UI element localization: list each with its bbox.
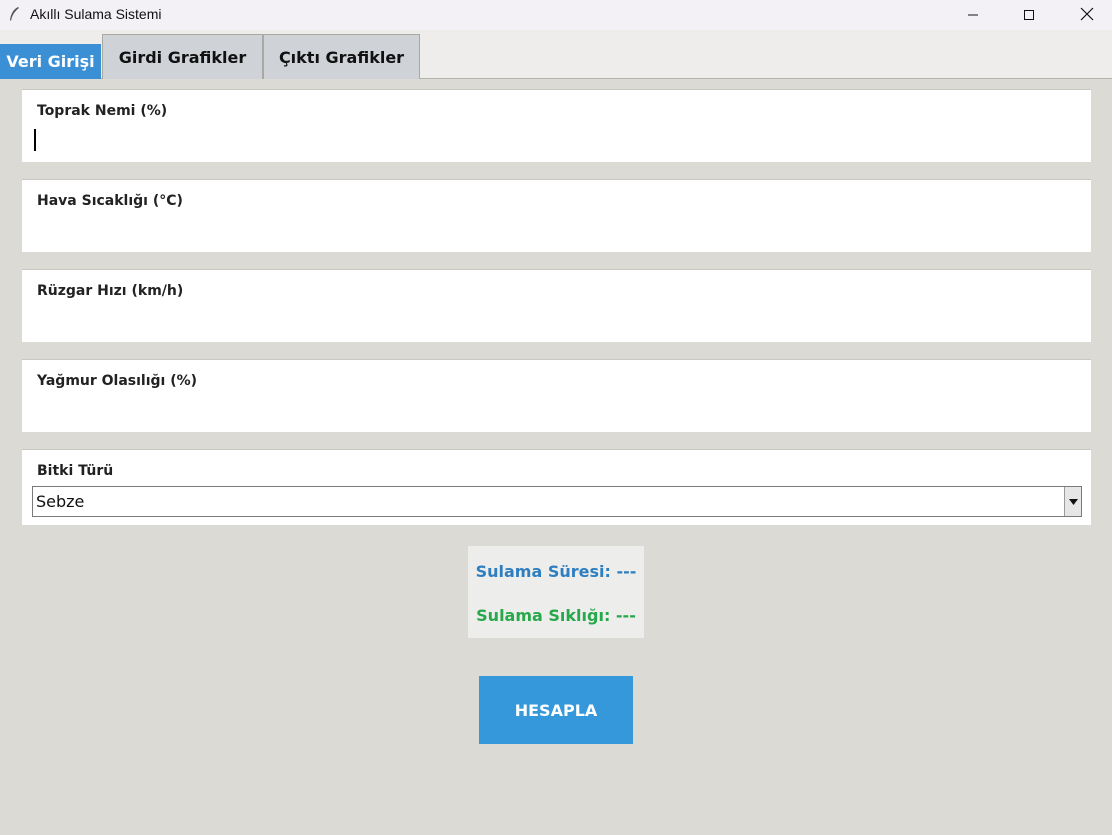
- maximize-button[interactable]: [1006, 0, 1052, 30]
- text-cursor: [34, 129, 36, 151]
- maximize-icon: [1023, 6, 1035, 25]
- title-bar: Akıllı Sulama Sistemi: [0, 0, 1112, 30]
- close-icon: [1080, 6, 1094, 25]
- wind-speed-input[interactable]: [33, 308, 1078, 334]
- tab-veri-girisi[interactable]: Veri Girişi: [0, 44, 101, 79]
- dropdown-arrow-icon[interactable]: [1064, 487, 1081, 516]
- rain-probability-label: Yağmur Olasılığı (%): [37, 373, 198, 389]
- tab-girdi-grafikler[interactable]: Girdi Grafikler: [102, 34, 263, 79]
- air-temperature-card: Hava Sıcaklığı (°C): [22, 179, 1091, 252]
- irrigation-duration-text: Sulama Süresi: ---: [475, 562, 637, 581]
- calculate-button[interactable]: HESAPLA: [479, 676, 633, 744]
- minimize-icon: [967, 6, 979, 25]
- wind-speed-card: Rüzgar Hızı (km/h): [22, 269, 1091, 342]
- minimize-button[interactable]: [950, 0, 996, 30]
- plant-type-card: Bitki Türü Sebze: [22, 449, 1091, 525]
- rain-probability-input[interactable]: [33, 398, 1078, 424]
- wind-speed-label: Rüzgar Hızı (km/h): [37, 283, 184, 299]
- soil-moisture-input[interactable]: [33, 128, 1078, 154]
- plant-type-label: Bitki Türü: [37, 463, 114, 479]
- window-title: Akıllı Sulama Sistemi: [30, 6, 162, 22]
- plant-type-select[interactable]: Sebze: [32, 486, 1082, 517]
- soil-moisture-card: Toprak Nemi (%): [22, 89, 1091, 162]
- air-temperature-label: Hava Sıcaklığı (°C): [37, 193, 183, 209]
- close-button[interactable]: [1064, 0, 1110, 30]
- tab-bar: Veri Girişi Girdi Grafikler Çıktı Grafik…: [0, 30, 1112, 79]
- irrigation-frequency-text: Sulama Sıklığı: ---: [476, 606, 636, 625]
- plant-type-selected-value: Sebze: [36, 492, 85, 511]
- soil-moisture-label: Toprak Nemi (%): [37, 103, 168, 119]
- result-panel: Sulama Süresi: --- Sulama Sıklığı: ---: [468, 546, 644, 638]
- rain-probability-card: Yağmur Olasılığı (%): [22, 359, 1091, 432]
- feather-icon: [8, 6, 20, 22]
- air-temperature-input[interactable]: [33, 218, 1078, 244]
- tab-cikti-grafikler[interactable]: Çıktı Grafikler: [263, 34, 420, 79]
